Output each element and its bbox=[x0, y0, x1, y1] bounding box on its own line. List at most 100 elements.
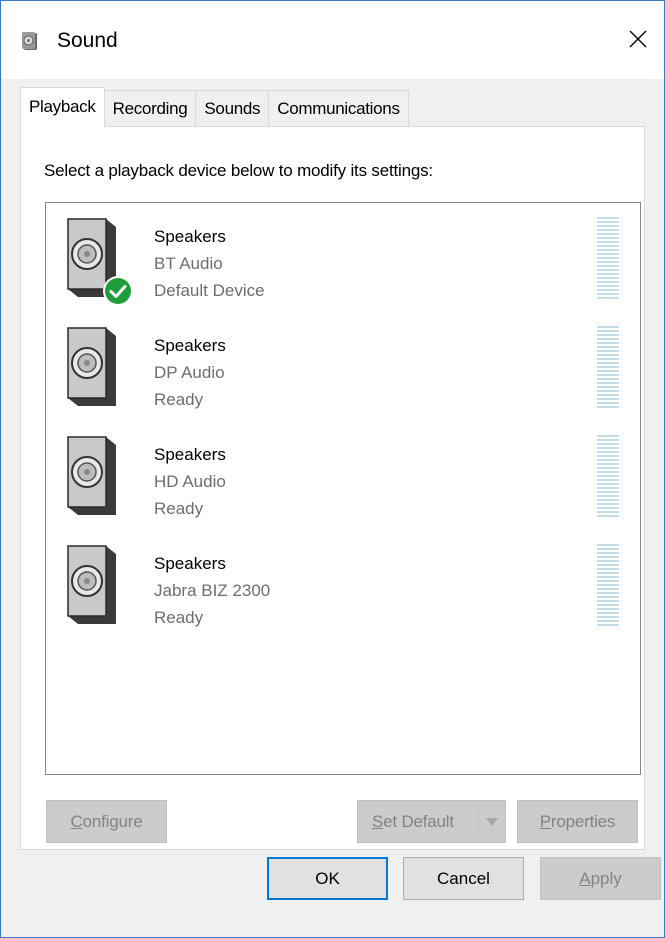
volume-meter bbox=[597, 217, 619, 303]
instruction-text: Select a playback device below to modify… bbox=[44, 161, 433, 180]
meter-bar bbox=[597, 548, 619, 550]
meter-bar bbox=[597, 221, 619, 223]
meter-bar bbox=[597, 447, 619, 449]
set-default-accelerator: S bbox=[372, 811, 384, 831]
device-name: Speakers bbox=[154, 227, 226, 246]
meter-bar bbox=[597, 398, 619, 400]
meter-bar bbox=[597, 390, 619, 392]
apply-button[interactable]: Apply bbox=[540, 857, 661, 900]
meter-bar bbox=[597, 386, 619, 388]
meter-bar bbox=[597, 269, 619, 271]
device-item[interactable]: Speakers DP Audio Ready bbox=[46, 312, 640, 416]
meter-bar bbox=[597, 382, 619, 384]
meter-bar bbox=[597, 253, 619, 255]
device-item[interactable]: Speakers BT Audio Default Device bbox=[46, 203, 640, 307]
speaker-icon bbox=[67, 327, 116, 406]
configure-label: onfigure bbox=[82, 811, 143, 831]
meter-bar bbox=[597, 515, 619, 517]
meter-bar bbox=[597, 257, 619, 259]
device-text: Speakers Jabra BIZ 2300 Ready bbox=[154, 550, 270, 631]
title-bar: Sound bbox=[1, 1, 664, 79]
meter-bar bbox=[597, 277, 619, 279]
close-button[interactable] bbox=[612, 13, 664, 65]
meter-bar bbox=[597, 556, 619, 558]
device-status: Default Device bbox=[154, 281, 265, 300]
meter-bar bbox=[597, 237, 619, 239]
meter-bar bbox=[597, 362, 619, 364]
speaker-icon bbox=[22, 32, 37, 50]
meter-bar bbox=[597, 572, 619, 574]
volume-meter bbox=[597, 544, 619, 630]
device-status: Ready bbox=[154, 390, 204, 409]
cancel-button[interactable]: Cancel bbox=[403, 857, 524, 900]
properties-button[interactable]: Properties bbox=[517, 800, 638, 843]
meter-bar bbox=[597, 483, 619, 485]
meter-bar bbox=[597, 487, 619, 489]
volume-meter bbox=[597, 326, 619, 412]
chevron-down-icon[interactable] bbox=[485, 817, 499, 827]
device-description: HD Audio bbox=[154, 472, 226, 491]
meter-bar bbox=[597, 503, 619, 505]
tab-playback[interactable]: Playback bbox=[20, 87, 105, 127]
device-status: Ready bbox=[154, 608, 204, 627]
meter-bar bbox=[597, 354, 619, 356]
apply-label: pply bbox=[590, 868, 622, 888]
speaker-icon bbox=[67, 545, 116, 624]
properties-accelerator: P bbox=[539, 811, 551, 831]
meter-bar bbox=[597, 592, 619, 594]
device-item[interactable]: Speakers HD Audio Ready bbox=[46, 421, 640, 525]
device-list[interactable]: Speakers BT Audio Default Device Speaker… bbox=[45, 202, 641, 775]
meter-bar bbox=[597, 584, 619, 586]
meter-bar bbox=[597, 499, 619, 501]
meter-bar bbox=[597, 552, 619, 554]
configure-button[interactable]: Configure bbox=[46, 800, 167, 843]
meter-bar bbox=[597, 475, 619, 477]
configure-accelerator: C bbox=[70, 811, 83, 831]
meter-bar bbox=[597, 544, 619, 546]
meter-bar bbox=[597, 511, 619, 513]
tab-sounds[interactable]: Sounds bbox=[195, 90, 270, 127]
apply-accelerator: A bbox=[579, 868, 591, 888]
tab-communications[interactable]: Communications bbox=[268, 90, 409, 127]
tab-strip: Playback Recording Sounds Communications bbox=[20, 87, 409, 127]
meter-bar bbox=[597, 580, 619, 582]
meter-bar bbox=[597, 342, 619, 344]
meter-bar bbox=[597, 479, 619, 481]
meter-bar bbox=[597, 568, 619, 570]
device-item[interactable]: Speakers Jabra BIZ 2300 Ready bbox=[46, 530, 640, 634]
speaker-icon bbox=[67, 436, 116, 515]
device-text: Speakers HD Audio Ready bbox=[154, 441, 226, 522]
meter-bar bbox=[597, 285, 619, 287]
meter-bar bbox=[597, 624, 619, 626]
meter-bar bbox=[597, 560, 619, 562]
meter-bar bbox=[597, 273, 619, 275]
meter-bar bbox=[597, 297, 619, 299]
sound-dialog: Sound Playback Recording Sounds Communic… bbox=[0, 0, 665, 938]
meter-bar bbox=[597, 261, 619, 263]
meter-bar bbox=[597, 406, 619, 408]
playback-panel: Select a playback device below to modify… bbox=[20, 126, 645, 850]
close-icon bbox=[629, 30, 647, 48]
device-description: Jabra BIZ 2300 bbox=[154, 581, 271, 600]
meter-bar bbox=[597, 451, 619, 453]
device-text: Speakers BT Audio Default Device bbox=[154, 223, 265, 304]
meter-bar bbox=[597, 225, 619, 227]
meter-bar bbox=[597, 600, 619, 602]
split-separator bbox=[478, 808, 479, 836]
meter-bar bbox=[597, 608, 619, 610]
set-default-button[interactable]: Set Default bbox=[357, 800, 506, 843]
meter-bar bbox=[597, 439, 619, 441]
meter-bar bbox=[597, 596, 619, 598]
device-name: Speakers bbox=[154, 336, 226, 355]
ok-button[interactable]: OK bbox=[267, 857, 388, 900]
meter-bar bbox=[597, 394, 619, 396]
meter-bar bbox=[597, 620, 619, 622]
meter-bar bbox=[597, 564, 619, 566]
meter-bar bbox=[597, 233, 619, 235]
meter-bar bbox=[597, 281, 619, 283]
properties-label: roperties bbox=[550, 811, 616, 831]
meter-bar bbox=[597, 338, 619, 340]
meter-bar bbox=[597, 443, 619, 445]
tab-recording[interactable]: Recording bbox=[103, 90, 197, 127]
meter-bar bbox=[597, 463, 619, 465]
